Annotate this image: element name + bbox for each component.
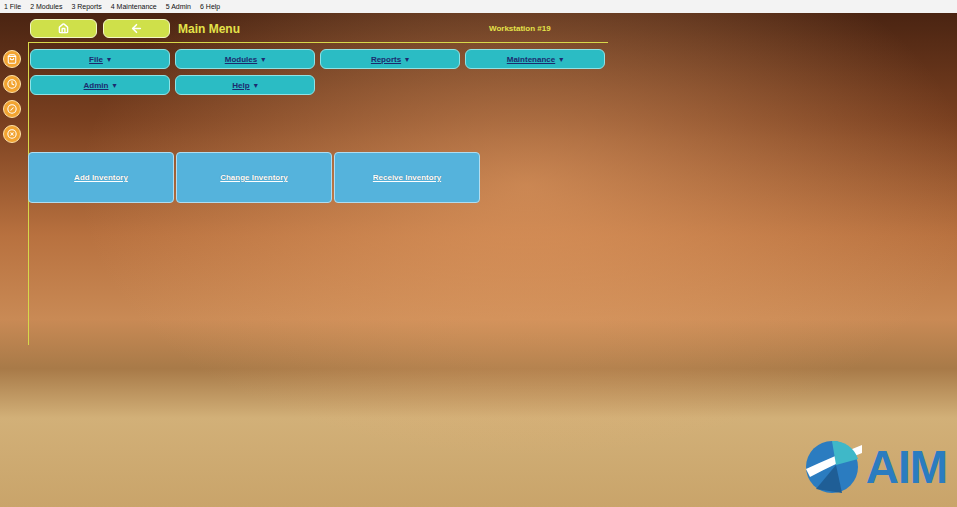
sidebar-button[interactable] xyxy=(3,75,21,93)
menu-button[interactable]: Help▾ xyxy=(175,75,315,95)
menu-button[interactable]: Admin▾ xyxy=(30,75,170,95)
back-button[interactable] xyxy=(103,19,170,38)
bag-icon xyxy=(7,54,17,64)
clock-icon xyxy=(7,79,17,89)
header: Main Menu Workstation #19 xyxy=(28,19,608,43)
tile-row: Add InventoryChange InventoryReceive Inv… xyxy=(28,152,608,203)
close-icon xyxy=(7,129,17,139)
sidebar xyxy=(0,13,28,507)
arrow-left-icon xyxy=(130,22,143,35)
aim-logo: AIM xyxy=(802,439,947,495)
sidebar-button[interactable] xyxy=(3,100,21,118)
app-window: 1 File 2 Modules 3 Reports 4 Maintenance 5 A… xyxy=(0,0,957,507)
menu-panel: File▾Modules▾Reports▾Maintenance▾ Admin▾H… xyxy=(28,43,608,345)
tile-button[interactable]: Change Inventory xyxy=(176,152,332,203)
tile-button[interactable]: Add Inventory xyxy=(28,152,174,203)
menu-button[interactable]: File▾ xyxy=(30,49,170,69)
home-button[interactable] xyxy=(30,19,97,38)
main-area: Main Menu Workstation #19 File▾Modules▾Rep… xyxy=(0,13,957,507)
menu-bar-item[interactable]: 4 Maintenance xyxy=(111,3,157,10)
sidebar-button[interactable] xyxy=(3,50,21,68)
menu-bar-item[interactable]: 6 Help xyxy=(200,3,220,10)
slash-icon xyxy=(7,104,17,114)
logo-icon xyxy=(802,439,864,495)
menu-button[interactable]: Modules▾ xyxy=(175,49,315,69)
menu-bar-item[interactable]: 3 Reports xyxy=(71,3,101,10)
menu-bar-item[interactable]: 5 Admin xyxy=(166,3,191,10)
page-title: Main Menu xyxy=(176,22,483,36)
menu-bar-item[interactable]: 1 File xyxy=(4,3,21,10)
menu-bar-item[interactable]: 2 Modules xyxy=(30,3,62,10)
menu-bar: 1 File 2 Modules 3 Reports 4 Maintenance 5 A… xyxy=(0,0,957,13)
menu-grid: File▾Modules▾Reports▾Maintenance▾ Admin▾H… xyxy=(29,49,608,95)
sidebar-button[interactable] xyxy=(3,125,21,143)
menu-button[interactable]: Maintenance▾ xyxy=(465,49,605,69)
menu-button[interactable]: Reports▾ xyxy=(320,49,460,69)
home-icon xyxy=(58,23,69,34)
tile-button[interactable]: Receive Inventory xyxy=(334,152,480,203)
content: Main Menu Workstation #19 File▾Modules▾Rep… xyxy=(28,13,608,507)
workstation-label: Workstation #19 xyxy=(489,24,606,33)
